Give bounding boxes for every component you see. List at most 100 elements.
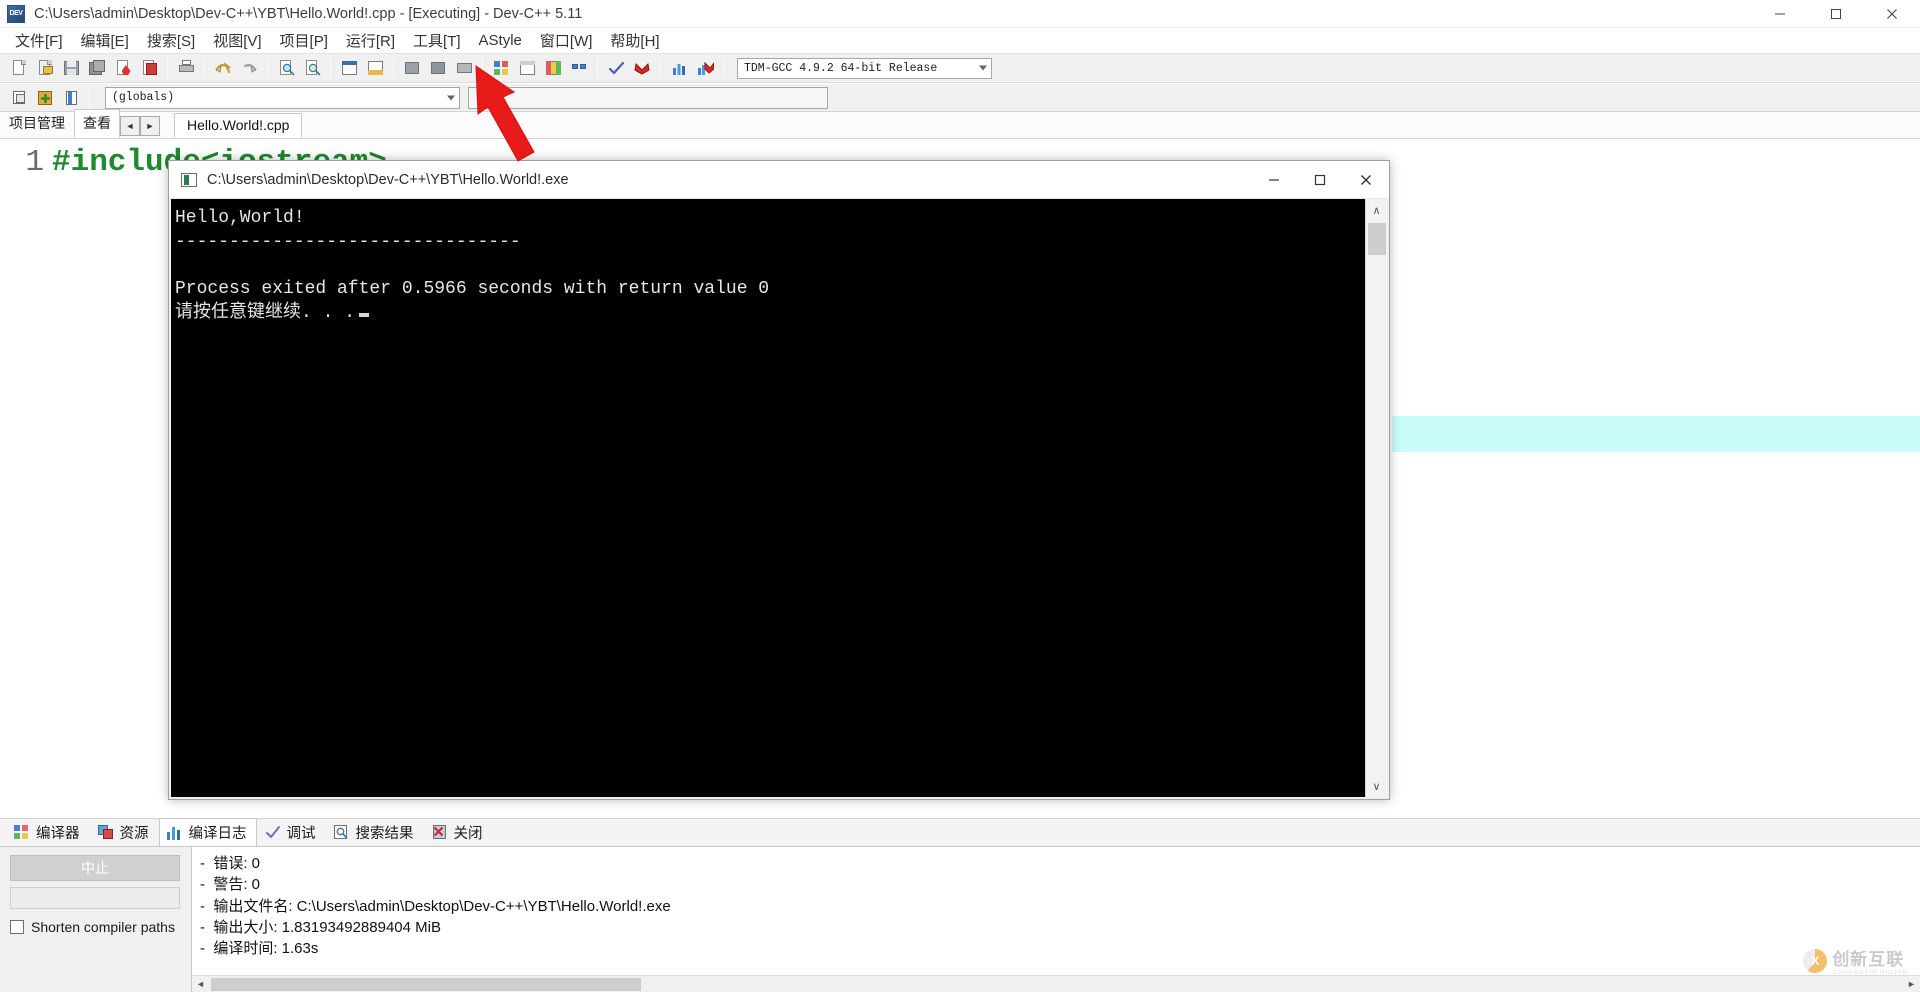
toolbar-separator [204,58,205,78]
bottom-tab-search-results[interactable]: 搜索结果 [326,818,424,848]
toolbar-separator [167,58,168,78]
tab-scroll-next-icon[interactable]: ► [140,116,160,136]
minimize-button[interactable] [1752,0,1808,28]
toggle-icon[interactable] [33,86,57,110]
rebuild-icon[interactable] [489,56,513,80]
print-icon[interactable] [174,56,198,80]
editor-highlight-band [1392,416,1920,452]
scope-select[interactable]: (globals) [105,86,460,109]
replace-icon[interactable] [300,56,324,80]
console-line-1: Hello,World! [175,208,305,228]
new-file-icon[interactable] [7,56,31,80]
bottom-tab-debug-label: 调试 [286,825,316,842]
profile-analysis-icon[interactable] [667,56,691,80]
compiler-select-value: TDM-GCC 4.9.2 64-bit Release [744,61,938,75]
bottom-tab-close[interactable]: 关闭 [424,818,493,848]
undo-icon[interactable] [211,56,235,80]
log-line: - 错误: 0 [200,855,261,872]
console-scrollbar[interactable]: ∧ ∨ [1365,199,1387,797]
save-icon[interactable] [59,56,83,80]
console-scroll-down-icon[interactable]: ∨ [1366,775,1388,797]
menu-astyle[interactable]: AStyle [470,31,531,50]
panel-and-editor-tab-row: 项目管理 查看 ◄ ► Hello.World!.cpp [0,109,1920,139]
console-line-4: Process exited after 0.5966 seconds with… [175,279,770,300]
stop-execution-icon[interactable] [630,56,654,80]
console-minimize-button[interactable] [1251,161,1297,198]
project-options-icon[interactable] [567,56,591,80]
delete-profile-icon[interactable] [693,56,717,80]
menu-run[interactable]: 运行[R] [337,29,404,52]
compile-log-icon [166,825,183,840]
open-file-icon[interactable] [33,56,57,80]
insert-icon[interactable] [7,86,31,110]
panel-tab-project-manager[interactable]: 项目管理 [0,109,74,138]
console-window[interactable]: C:\Users\admin\Desktop\Dev-C++\YBT\Hello… [168,160,1390,800]
run-icon[interactable] [426,56,450,80]
toolbar-separator [393,58,394,78]
toolbar-separator [267,58,268,78]
compile-log-horizontal-scrollbar[interactable]: ◄ ► [192,975,1920,992]
menu-view[interactable]: 视图[V] [204,29,270,52]
menu-window[interactable]: 窗口[W] [531,29,602,52]
menu-edit[interactable]: 编辑[E] [72,29,138,52]
close-red-icon [432,824,448,840]
log-line: - 输出文件名: C:\Users\admin\Desktop\Dev-C++\… [200,897,671,915]
compile-log-panel: 中止 Shorten compiler paths - 错误: 0 - 警告: … [0,846,1920,992]
menu-project[interactable]: 项目[P] [271,29,337,52]
member-select[interactable] [468,86,828,109]
bottom-tab-resources-label: 资源 [119,825,149,842]
chevron-down-icon [979,65,987,71]
close-all-icon[interactable] [137,56,161,80]
log-line: - 编译时间: 1.63s [200,940,319,958]
compiler-select[interactable]: TDM-GCC 4.9.2 64-bit Release [737,57,992,79]
console-title-text: C:\Users\admin\Desktop\Dev-C++\YBT\Hello… [207,171,569,188]
console-window-icon [181,172,197,187]
console-cursor [359,313,370,317]
menu-search[interactable]: 搜索[S] [138,29,204,52]
maximize-button[interactable] [1808,0,1864,28]
compiler-icon [14,824,30,840]
goto-line-icon[interactable] [337,56,361,80]
compile-and-run-icon[interactable] [452,56,476,80]
cx-logo-icon: X [1803,948,1828,973]
bottom-tab-compile-log[interactable]: 编译日志 [158,817,257,848]
close-file-icon[interactable] [111,56,135,80]
compile-icon[interactable] [400,56,424,80]
shorten-paths-checkbox[interactable] [10,920,24,934]
panel-tab-view[interactable]: 查看 [74,109,120,138]
compile-log-output[interactable]: - 错误: 0 - 警告: 0 - 输出文件名: C:\Users\admin\… [192,847,1920,992]
shorten-paths-row[interactable]: Shorten compiler paths [10,919,181,935]
editor-tab-hello-world[interactable]: Hello.World!.cpp [174,113,303,138]
console-maximize-button[interactable] [1297,161,1343,198]
bottom-tab-resources[interactable]: 资源 [90,818,159,848]
secondary-toolbar: (globals) [0,84,1920,112]
profile-icon[interactable] [541,56,565,80]
menu-tools[interactable]: 工具[T] [404,29,470,52]
save-all-icon[interactable] [85,56,109,80]
console-output: Hello,World! ---------------------------… [171,199,1365,797]
hscroll-right-icon[interactable]: ► [1903,976,1920,992]
syntax-check-icon[interactable] [604,56,628,80]
console-scroll-up-icon[interactable]: ∧ [1366,199,1388,221]
find-icon[interactable] [274,56,298,80]
hscroll-left-icon[interactable]: ◄ [192,976,209,992]
console-close-button[interactable] [1343,161,1389,198]
console-title-bar: C:\Users\admin\Desktop\Dev-C++\YBT\Hello… [169,161,1389,199]
abort-button[interactable]: 中止 [10,855,180,881]
goto-declaration-icon[interactable] [59,86,83,110]
debug-icon[interactable] [515,56,539,80]
goto-function-icon[interactable] [363,56,387,80]
tab-scroll-prev-icon[interactable]: ◄ [120,116,140,136]
hscroll-thumb[interactable] [211,977,641,991]
bottom-tab-debug[interactable]: 调试 [257,818,326,848]
menu-file[interactable]: 文件[F] [6,29,72,52]
search-results-icon [333,824,350,840]
bottom-tab-close-label: 关闭 [453,825,483,842]
close-button[interactable] [1864,0,1920,28]
menu-help[interactable]: 帮助[H] [601,29,668,52]
console-scroll-thumb[interactable] [1367,223,1386,255]
bottom-tab-compiler[interactable]: 编译器 [6,818,90,848]
redo-icon[interactable] [237,56,261,80]
console-window-controls [1251,161,1389,198]
window-controls [1752,0,1920,28]
